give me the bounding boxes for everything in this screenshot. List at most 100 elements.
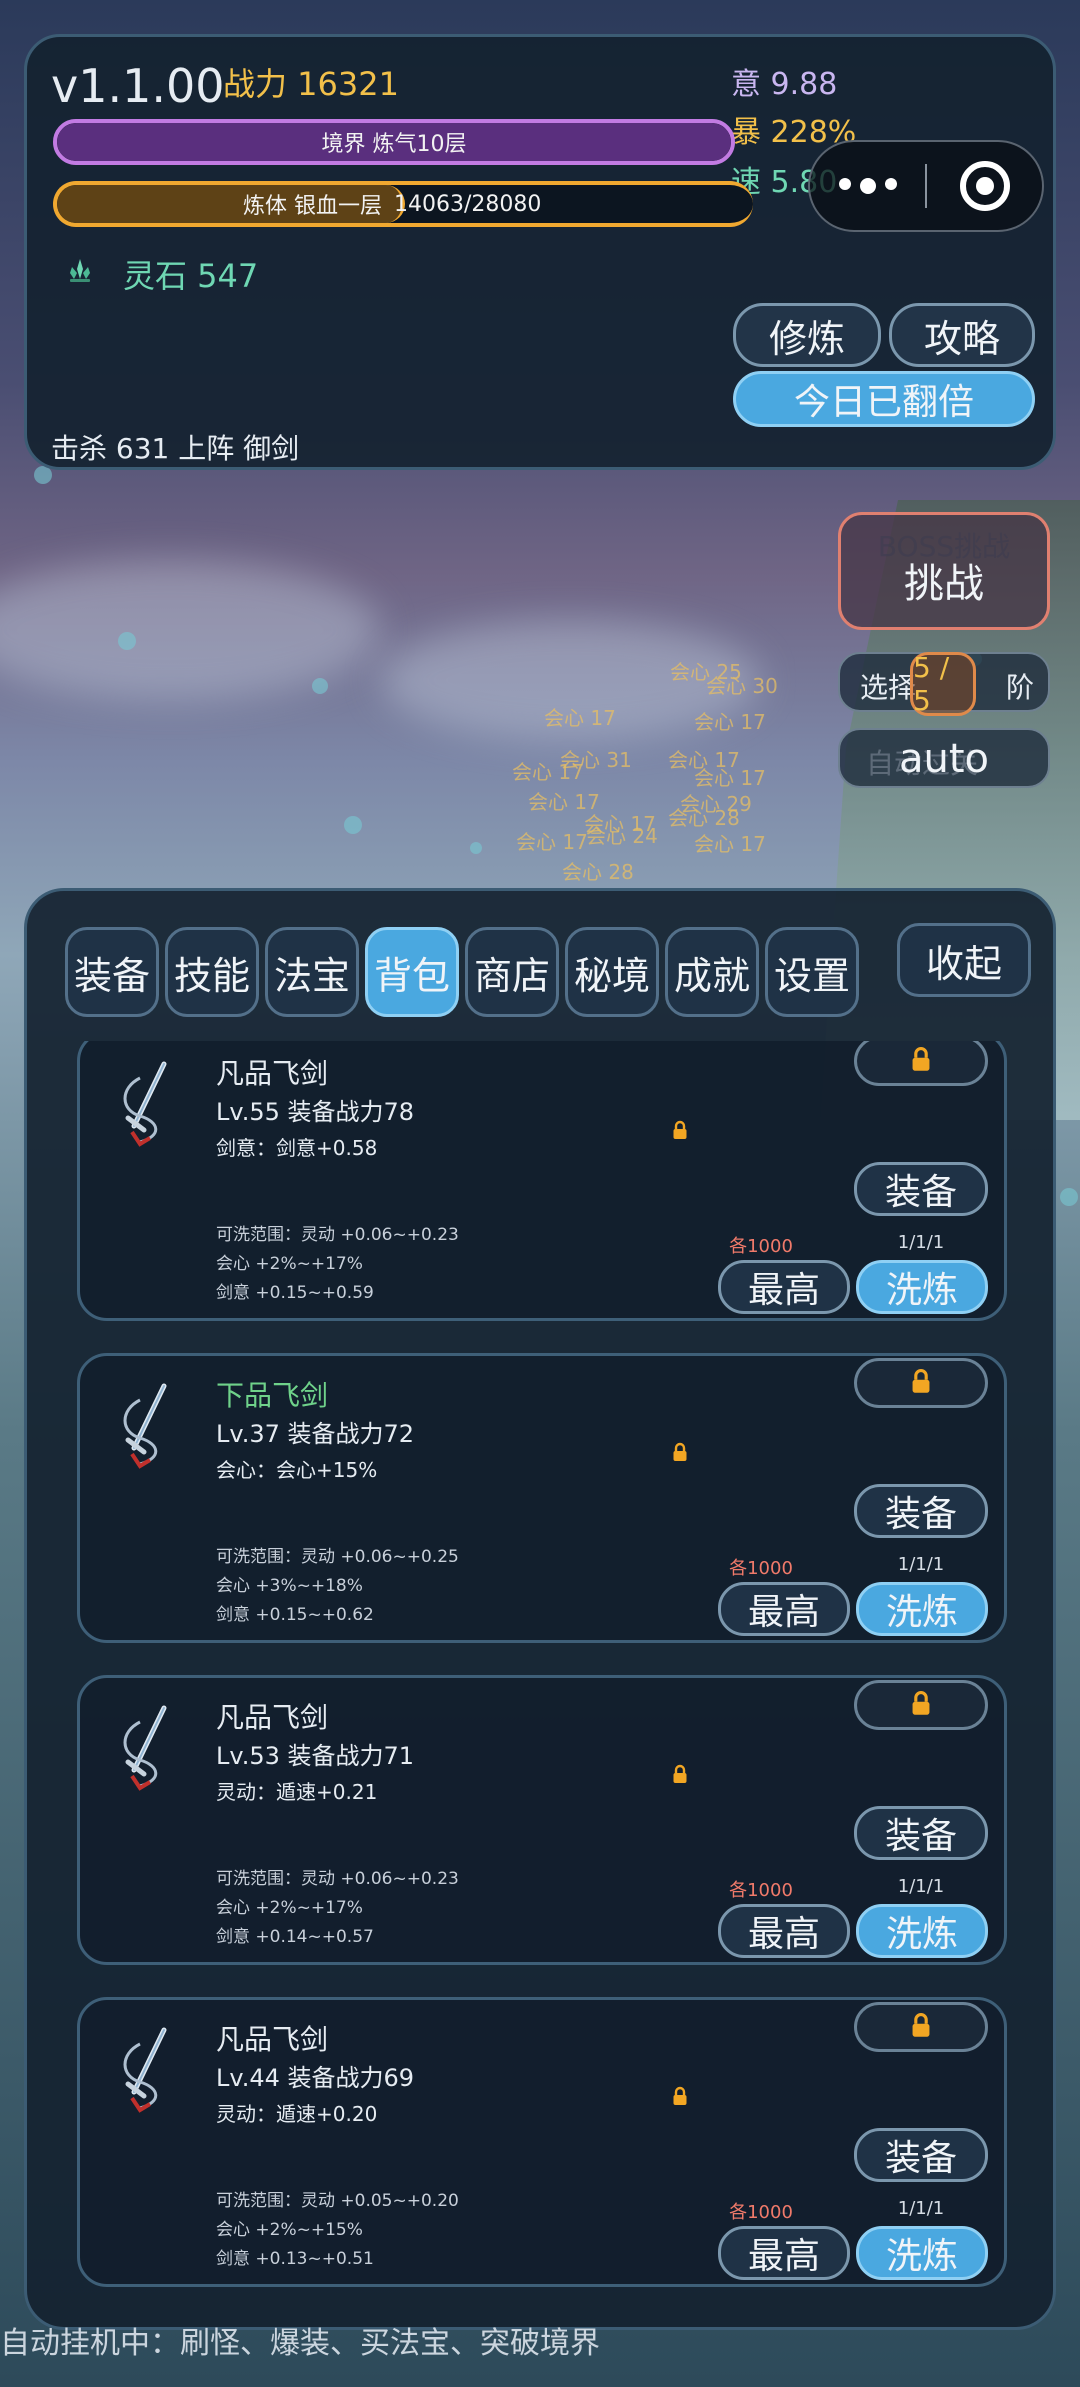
realm-label: 境界 炼气10层 [321,132,467,157]
body-progress-bar: 炼体 银血一层 14063/28080 [53,181,753,227]
item-level-power: Lv.37 装备战力72 [216,1420,415,1448]
wash-range-line: 会心 +2%~+17% [216,1898,363,1918]
tab-settings[interactable]: 设置 [765,927,859,1017]
item-level-power: Lv.53 装备战力71 [216,1742,415,1770]
spirit-particle [34,466,52,484]
wash-range-line: 可洗范围：灵动 +0.06~+0.23 [216,1869,459,1889]
miniprogram-capsule [808,140,1044,232]
wash-button[interactable]: 洗炼 [856,1904,988,1958]
more-dots-icon[interactable] [810,178,925,194]
tab-bar: 装备 技能 法宝 背包 商店 秘境 成就 设置 [65,927,859,1017]
wash-count: 1/1/1 [897,2198,945,2219]
flying-sword-icon [110,1380,186,1470]
kill-and-deploy-info: 击杀 631 上阵 御剑 [51,432,300,465]
max-wash-button[interactable]: 最高 [718,1260,850,1314]
boss-challenge-label: 挑战 [904,561,984,607]
affix-lock-icon[interactable] [672,1120,688,1140]
lock-icon [910,1690,932,1720]
equip-button[interactable]: 装备 [854,1162,988,1216]
item-card: 下品飞剑 Lv.37 装备战力72 会心：会心+15% 可洗范围：灵动 +0.0… [77,1353,1007,1643]
combat-float-text: 会心 17 [694,710,766,734]
player-status-panel: v1.1.00 战力 16321 意 9.88 暴 228% 速 5.80 境界… [24,34,1056,470]
affix-lock-icon[interactable] [672,2086,688,2106]
tab-bag[interactable]: 背包 [365,927,459,1017]
auto-advance-label: auto [898,736,990,782]
max-wash-button[interactable]: 最高 [718,2226,850,2280]
wash-range-line: 剑意 +0.14~+0.57 [216,1927,374,1947]
cultivate-button[interactable]: 修炼 [733,303,881,367]
tab-skills[interactable]: 技能 [165,927,259,1017]
spirit-particle [470,842,482,854]
tab-shop[interactable]: 商店 [465,927,559,1017]
affix-lock-icon[interactable] [672,1442,688,1462]
wash-range-line: 会心 +3%~+18% [216,1576,363,1596]
combat-float-text: 会心 28 [668,806,740,830]
spirit-particle [312,678,328,694]
stage-selector-unit: 阶 [1005,671,1034,704]
wash-cost: 各1000 [729,1558,793,1579]
wash-count: 1/1/1 [897,1554,945,1575]
stage-selector[interactable]: 选择 5 / 5 阶 [838,651,1050,717]
item-level-power: Lv.55 装备战力78 [216,1098,415,1126]
body-label: 炼体 银血一层 [243,194,382,219]
affix-lock-icon[interactable] [672,1764,688,1784]
item-level-power: Lv.44 装备战力69 [216,2064,415,2092]
collapse-button[interactable]: 收起 [897,923,1031,997]
item-name: 凡品飞剑 [216,1057,329,1090]
combat-float-text: 会心 17 [694,832,766,856]
combat-power: 战力 16321 [223,65,399,103]
item-lock-toggle[interactable] [854,1041,988,1086]
combat-float-text: 会心 28 [562,860,634,884]
wash-button[interactable]: 洗炼 [856,1582,988,1636]
wash-range-line: 剑意 +0.15~+0.59 [216,1283,374,1303]
body-exp-value: 14063/28080 [394,191,542,217]
wash-button[interactable]: 洗炼 [856,2226,988,2280]
lock-icon [910,1368,932,1398]
boss-challenge-button[interactable]: BOSS挑战 挑战 [838,512,1050,630]
spirit-stone-count: 灵石 547 [123,257,259,295]
combat-float-text: 会心 17 [544,706,616,730]
item-card: 凡品飞剑 Lv.44 装备战力69 灵动：遁速+0.20 可洗范围：灵动 +0.… [77,1997,1007,2287]
spirit-particle [1060,1188,1078,1206]
tab-achievements[interactable]: 成就 [665,927,759,1017]
wash-count: 1/1/1 [897,1876,945,1897]
item-affix: 灵动：遁速+0.21 [216,1780,378,1804]
wash-button[interactable]: 洗炼 [856,1260,988,1314]
wash-range-line: 可洗范围：灵动 +0.06~+0.25 [216,1547,459,1567]
wash-range-line: 会心 +2%~+17% [216,1254,363,1274]
flying-sword-icon [110,1058,186,1148]
stat-sword-intent: 意 9.88 [731,67,838,102]
item-card: 凡品飞剑 Lv.53 装备战力71 灵动：遁速+0.21 可洗范围：灵动 +0.… [77,1675,1007,1965]
auto-idle-status: 自动挂机中：刷怪、爆装、买法宝、突破境界 [0,2326,600,2361]
spirit-stone-icon [70,259,90,282]
combat-float-text: 会心 17 [516,830,588,854]
max-wash-button[interactable]: 最高 [718,1582,850,1636]
wash-cost: 各1000 [729,1880,793,1901]
target-icon[interactable] [927,161,1042,211]
equip-button[interactable]: 装备 [854,1806,988,1860]
wash-range-line: 可洗范围：灵动 +0.06~+0.23 [216,1225,459,1245]
equip-button[interactable]: 装备 [854,1484,988,1538]
auto-advance-toggle[interactable]: 自动过关 auto [838,728,1050,788]
stage-selector-label: 选择 [860,671,917,704]
item-affix: 剑意：剑意+0.58 [216,1136,378,1160]
equip-button[interactable]: 装备 [854,2128,988,2182]
item-lock-toggle[interactable] [854,2002,988,2052]
guide-button[interactable]: 攻略 [889,303,1035,367]
flying-sword-icon [110,2024,186,2114]
tab-treasure[interactable]: 法宝 [265,927,359,1017]
stage-selector-value[interactable]: 5 / 5 [910,651,976,717]
item-lock-toggle[interactable] [854,1680,988,1730]
max-wash-button[interactable]: 最高 [718,1904,850,1958]
wash-range-line: 会心 +2%~+15% [216,2220,363,2240]
item-list: 凡品飞剑 Lv.55 装备战力78 剑意：剑意+0.58 可洗范围：灵动 +0.… [77,1041,1007,2299]
daily-double-button[interactable]: 今日已翻倍 [733,371,1035,427]
tab-secret-realm[interactable]: 秘境 [565,927,659,1017]
wash-cost: 各1000 [729,2202,793,2223]
spirit-particle [344,816,362,834]
item-lock-toggle[interactable] [854,1358,988,1408]
wash-range-line: 剑意 +0.15~+0.62 [216,1605,374,1625]
tab-equipment[interactable]: 装备 [65,927,159,1017]
wash-range-line: 可洗范围：灵动 +0.05~+0.20 [216,2191,459,2211]
lock-icon [910,2012,932,2042]
